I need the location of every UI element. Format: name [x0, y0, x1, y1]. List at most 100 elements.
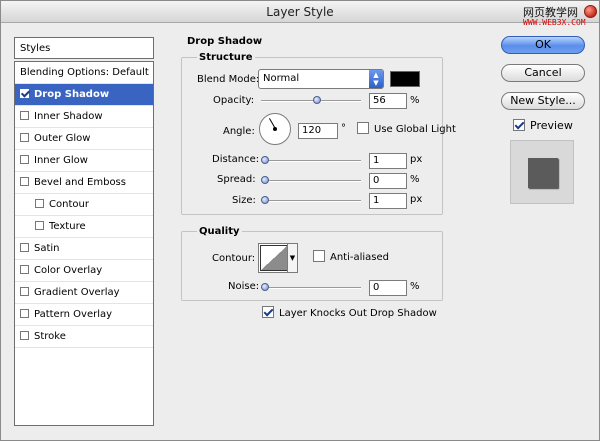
style-item-pattern-overlay[interactable]: Pattern Overlay	[15, 304, 153, 326]
style-item-label: Bevel and Emboss	[34, 177, 126, 188]
style-checkbox[interactable]	[20, 110, 29, 120]
preview-checkbox[interactable]	[513, 119, 525, 131]
style-checkbox[interactable]	[20, 286, 29, 296]
slider-track	[261, 200, 361, 202]
size-input[interactable]: 1	[369, 193, 407, 209]
style-item-label: Satin	[34, 243, 60, 254]
new-style-button[interactable]: New Style...	[501, 92, 585, 110]
anti-aliased-label: Anti-aliased	[330, 252, 390, 263]
shadow-color-swatch[interactable]	[390, 71, 420, 87]
angle-input[interactable]: 120	[298, 123, 338, 139]
angle-dial[interactable]	[259, 113, 291, 145]
contour-label: Contour:	[212, 253, 256, 264]
angle-label: Angle:	[223, 126, 255, 137]
style-item-outer-glow[interactable]: Outer Glow	[15, 128, 153, 150]
style-item-contour[interactable]: Contour	[15, 194, 153, 216]
preview-label: Preview	[530, 119, 573, 132]
slider-thumb[interactable]	[261, 176, 269, 184]
distance-unit: px	[410, 154, 423, 165]
size-slider[interactable]	[261, 196, 361, 206]
style-item-texture[interactable]: Texture	[15, 216, 153, 238]
noise-slider[interactable]	[261, 283, 361, 293]
style-checkbox[interactable]	[20, 308, 29, 318]
size-label: Size:	[232, 195, 256, 206]
noise-unit: %	[410, 281, 420, 292]
style-checkbox[interactable]	[20, 264, 29, 274]
style-item-label: Texture	[49, 221, 86, 232]
styles-header[interactable]: Styles	[14, 37, 154, 59]
style-item-label: Blending Options: Default	[20, 67, 149, 78]
spread-unit: %	[410, 174, 420, 185]
style-item-label: Color Overlay	[34, 265, 103, 276]
opacity-slider[interactable]	[261, 96, 361, 106]
slider-thumb[interactable]	[261, 156, 269, 164]
watermark-text: 网页教学网	[523, 6, 578, 19]
noise-label: Noise:	[228, 281, 260, 292]
preview-thumbnail	[510, 140, 574, 204]
style-item-label: Pattern Overlay	[34, 309, 113, 320]
anti-aliased-toggle[interactable]: Anti-aliased	[313, 250, 390, 263]
slider-thumb[interactable]	[261, 196, 269, 204]
distance-label: Distance:	[212, 154, 260, 165]
distance-input[interactable]: 1	[369, 153, 407, 169]
style-checkbox[interactable]	[20, 242, 29, 252]
knockout-toggle[interactable]: Layer Knocks Out Drop Shadow	[262, 306, 437, 319]
style-checkbox[interactable]	[20, 88, 29, 98]
style-item-gradient-overlay[interactable]: Gradient Overlay	[15, 282, 153, 304]
style-item-inner-shadow[interactable]: Inner Shadow	[15, 106, 153, 128]
noise-input[interactable]: 0	[369, 280, 407, 296]
window-title: Layer Style	[266, 5, 334, 19]
style-item-label: Contour	[49, 199, 89, 210]
size-unit: px	[410, 194, 423, 205]
style-checkbox[interactable]	[35, 220, 44, 230]
style-item-blending-options-default[interactable]: Blending Options: Default	[15, 62, 153, 84]
anti-aliased-checkbox[interactable]	[313, 250, 325, 262]
style-item-label: Outer Glow	[34, 133, 91, 144]
chevron-down-icon[interactable]: ▼	[287, 244, 297, 272]
knockout-checkbox[interactable]	[262, 306, 274, 318]
blend-mode-select[interactable]: Normal ▲ ▼	[258, 69, 384, 89]
style-item-label: Inner Glow	[34, 155, 88, 166]
preview-toggle[interactable]: Preview	[513, 119, 573, 132]
select-arrows-icon: ▲ ▼	[369, 70, 383, 88]
slider-track	[261, 160, 361, 162]
global-light-label: Use Global Light	[374, 124, 456, 135]
style-item-inner-glow[interactable]: Inner Glow	[15, 150, 153, 172]
style-item-satin[interactable]: Satin	[15, 238, 153, 260]
style-checkbox[interactable]	[20, 176, 29, 186]
watermark-url: WWW.WEB3X.COM	[523, 18, 586, 27]
title-bar[interactable]: Layer Style 网页教学网 WWW.WEB3X.COM	[1, 1, 599, 27]
ok-button[interactable]: OK	[501, 36, 585, 54]
slider-thumb[interactable]	[312, 96, 321, 104]
blend-mode-value: Normal	[263, 73, 300, 84]
global-light-checkbox[interactable]	[357, 122, 369, 134]
style-item-color-overlay[interactable]: Color Overlay	[15, 260, 153, 282]
style-checkbox[interactable]	[20, 132, 29, 142]
contour-curve-icon	[260, 245, 288, 271]
style-checkbox[interactable]	[20, 154, 29, 164]
close-icon[interactable]	[584, 5, 597, 18]
layer-style-dialog: Layer Style 网页教学网 WWW.WEB3X.COM Styles B…	[0, 0, 600, 441]
distance-slider[interactable]	[261, 156, 361, 166]
slider-thumb[interactable]	[261, 283, 269, 291]
opacity-input[interactable]: 56	[369, 93, 407, 109]
knockout-label: Layer Knocks Out Drop Shadow	[279, 308, 437, 319]
watermark: 网页教学网 WWW.WEB3X.COM	[523, 7, 586, 27]
spread-label: Spread:	[217, 174, 256, 185]
style-item-label: Drop Shadow	[34, 89, 110, 100]
spread-slider[interactable]	[261, 176, 361, 186]
style-checkbox[interactable]	[20, 330, 29, 340]
style-item-drop-shadow[interactable]: Drop Shadow	[15, 84, 153, 106]
opacity-label: Opacity:	[213, 95, 255, 106]
angle-pivot	[273, 127, 277, 131]
style-item-label: Gradient Overlay	[34, 287, 120, 298]
structure-title: Structure	[197, 52, 255, 63]
style-checkbox[interactable]	[35, 198, 44, 208]
global-light-toggle[interactable]: Use Global Light	[357, 122, 456, 135]
preview-square	[528, 158, 558, 188]
cancel-button[interactable]: Cancel	[501, 64, 585, 82]
style-item-stroke[interactable]: Stroke	[15, 326, 153, 348]
contour-picker[interactable]: ▼	[258, 243, 298, 273]
style-item-bevel-and-emboss[interactable]: Bevel and Emboss	[15, 172, 153, 194]
spread-input[interactable]: 0	[369, 173, 407, 189]
